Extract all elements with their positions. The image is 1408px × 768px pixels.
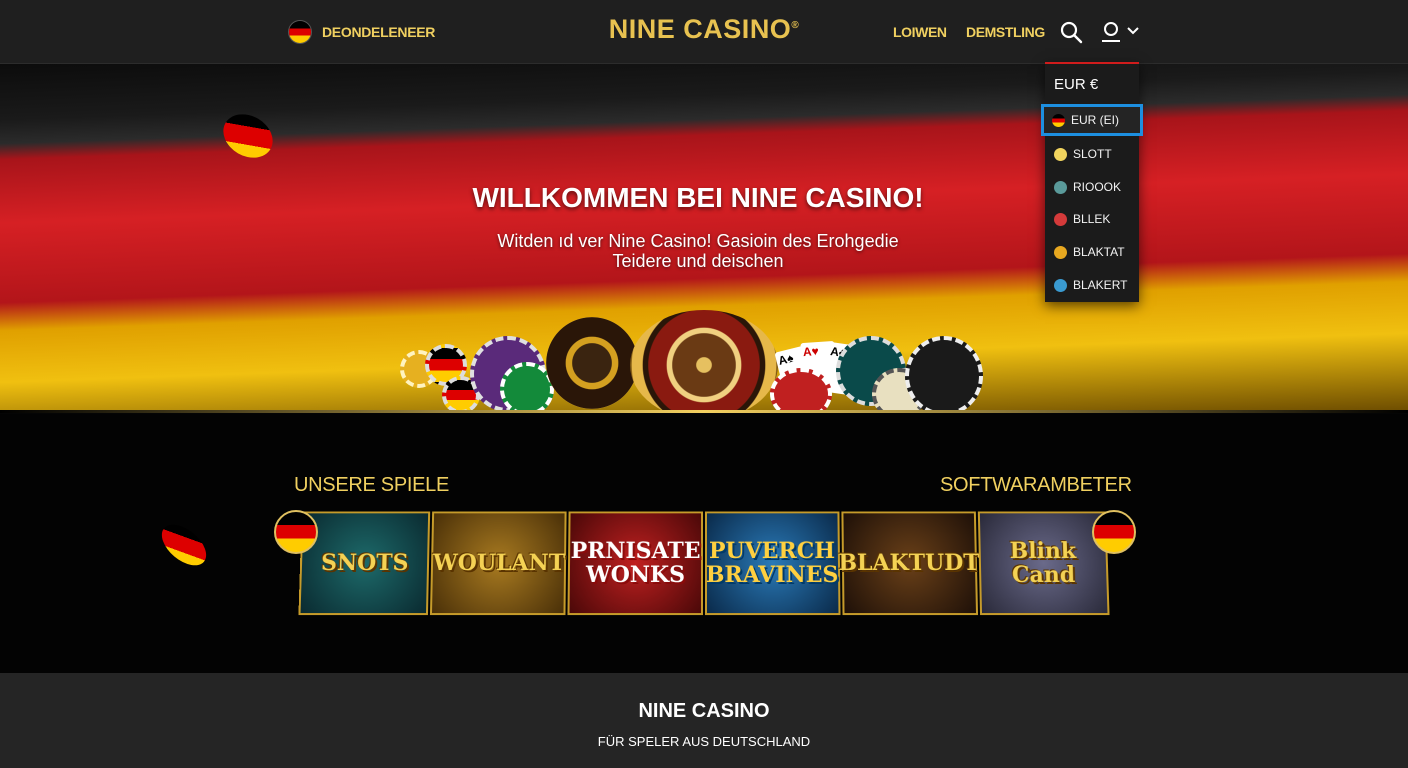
roulette-wheel-small <box>546 317 638 409</box>
footer-subtitle: FÜR SPELER AUS DEUTSCHLAND <box>597 734 811 749</box>
currency-option-label: EUR (EI) <box>1071 113 1119 127</box>
hero-subtitle-line-1: Witden ıd ver Nine Casino! Gasioin des E… <box>497 231 899 251</box>
game-tile[interactable]: SNOTS <box>298 511 431 616</box>
coin-icon <box>1054 147 1067 161</box>
currency-option-blakert[interactable]: BLAKERT <box>1045 269 1139 301</box>
hero-subtitle-line-2: Teidere und deischen <box>612 251 784 271</box>
game-tile[interactable]: PUVERCH BRAVINES <box>704 511 841 616</box>
games-section: UNSERE SPIELE SOFTWARAMBETER SNOTS WOULA… <box>0 414 1408 673</box>
game-tile[interactable]: WOULANT <box>430 511 568 616</box>
currency-dropdown: EUR € EUR (EI) SLOTT RIOOOK BLLEK BLAKTA… <box>1041 62 1143 302</box>
game-tile[interactable]: PRNISATE WONKS <box>567 511 703 616</box>
german-flag-icon <box>1052 113 1065 127</box>
currency-option-label: BLAKERT <box>1073 278 1128 292</box>
footer-title: NINE CASINO <box>638 700 770 722</box>
game-tile[interactable]: Blink Cand <box>977 511 1110 616</box>
currency-option-label: SLOTT <box>1073 147 1112 161</box>
roulette-wheel <box>630 310 778 413</box>
registered-mark: ® <box>791 20 800 31</box>
search-icon[interactable] <box>1059 20 1083 44</box>
chip-icon <box>1054 180 1067 194</box>
currency-option-slott[interactable]: SLOTT <box>1045 138 1139 170</box>
logo-text: NINE CASINO <box>608 14 792 44</box>
login-link[interactable]: LOIWEN <box>893 24 947 40</box>
site-footer: NINE CASINO FÜR SPELER AUS DEUTSCHLAND <box>0 673 1408 768</box>
currency-option-blaktat[interactable]: BLAKTAT <box>1045 236 1139 268</box>
games-heading: UNSERE SPIELE <box>294 474 450 496</box>
currency-option-riooook[interactable]: RIOOOK <box>1045 171 1139 203</box>
flying-flag-chip <box>154 516 214 574</box>
german-flag-badge-left <box>274 510 318 554</box>
chip-icon <box>1054 212 1067 226</box>
site-logo[interactable]: NINE CASINO® <box>0 14 1408 45</box>
hero-subtitle: Witden ıd ver Nine Casino! Gasioin des E… <box>0 231 1396 271</box>
site-header: DEONDELENEER NINE CASINO® LOIWEN DEMSTLI… <box>0 0 1408 64</box>
coin-icon <box>1054 245 1067 259</box>
game-tile[interactable]: BLAKTUDT <box>838 511 980 616</box>
german-flag-badge-right <box>1092 510 1136 554</box>
currency-option-label: BLLEK <box>1073 212 1111 226</box>
game-carousel: SNOTS WOULANT PRNISATE WONKS PUVERCH BRA… <box>298 511 1111 621</box>
hero-banner: WILLKOMMEN BEI NINE CASINO! Witden ıd ve… <box>0 64 1408 413</box>
flying-flag-chip <box>215 105 281 167</box>
currency-heading: EUR € <box>1054 76 1099 93</box>
currency-option-bllek[interactable]: BLLEK <box>1045 203 1139 235</box>
register-link[interactable]: DEMSTLING <box>966 24 1045 40</box>
currency-option-label: RIOOOK <box>1073 180 1122 194</box>
currency-option-eur[interactable]: EUR (EI) <box>1041 104 1143 136</box>
currency-option-label: BLAKTAT <box>1073 245 1125 259</box>
chip-icon <box>1054 278 1067 292</box>
software-providers-heading[interactable]: SOFTWARAMBETER <box>940 474 1132 497</box>
user-menu-icon[interactable] <box>1100 20 1142 44</box>
hero-title: WILLKOMMEN BEI NINE CASINO! <box>472 182 924 213</box>
